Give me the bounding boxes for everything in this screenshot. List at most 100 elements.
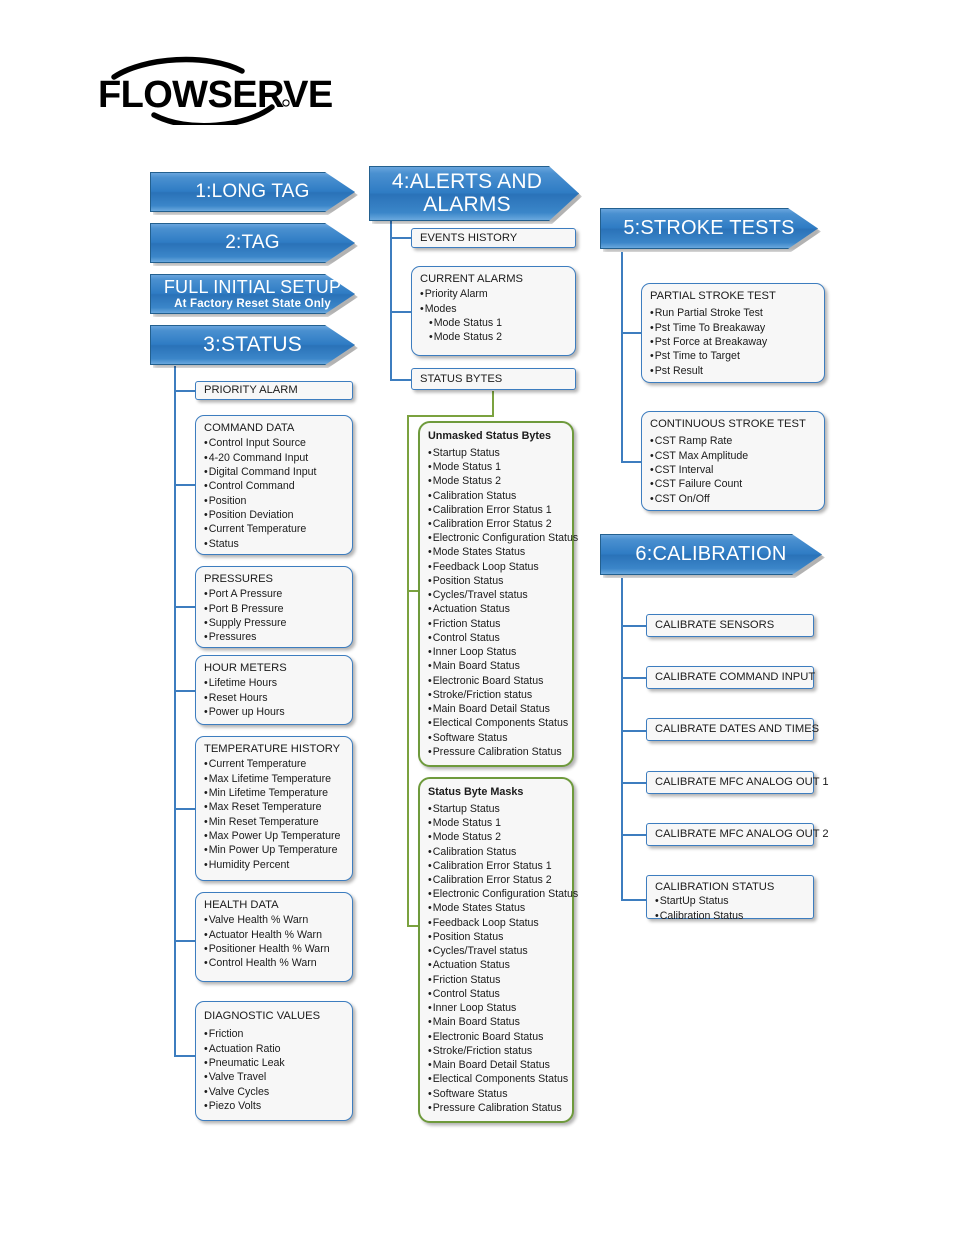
- list-item: Mode States Status: [428, 545, 565, 559]
- connector-alerts-current-alarms: [390, 311, 412, 313]
- list-item: Mode Status 1: [420, 316, 568, 330]
- list-item: StartUp Status: [655, 894, 806, 908]
- list-item: Max Power Up Temperature: [204, 829, 345, 843]
- box-command-data[interactable]: COMMAND DATA Control Input Source 4-20 C…: [195, 415, 353, 555]
- banner-alerts[interactable]: 4:ALERTS AND ALARMS: [369, 166, 579, 221]
- list-item: Position Status: [428, 930, 565, 944]
- list-item: Valve Cycles: [204, 1085, 345, 1099]
- list-item: Software Status: [428, 1087, 565, 1101]
- banner-stroke-tests-label: 5:STROKE TESTS: [623, 217, 795, 239]
- box-hour-meters[interactable]: HOUR METERS Lifetime Hours Reset Hours P…: [195, 655, 353, 725]
- diagram-canvas: FLOWSERVE 1:LONG TAG 2:TAG FULL INITIAL: [0, 0, 954, 1235]
- box-status-bytes[interactable]: STATUS BYTES: [411, 368, 576, 390]
- list-item: Actuation Status: [428, 602, 565, 616]
- list-item: Piezo Volts: [204, 1099, 345, 1113]
- box-current-alarms-title: CURRENT ALARMS: [420, 273, 523, 285]
- box-partial-stroke-test-list: Run Partial Stroke Test Pst Time To Brea…: [650, 306, 817, 378]
- connector-status-diagnostic-values: [174, 1055, 196, 1057]
- list-item: Current Temperature: [204, 757, 345, 771]
- list-item: Position Status: [428, 574, 565, 588]
- connector-calibration-sensors: [621, 625, 647, 627]
- list-item: Startup Status: [428, 446, 565, 460]
- box-current-alarms[interactable]: CURRENT ALARMS Priority Alarm Modes Mode…: [411, 266, 576, 356]
- box-status-byte-masks-list: Startup Status Mode Status 1 Mode Status…: [428, 802, 578, 1115]
- list-item: Calibration Error Status 2: [428, 873, 565, 887]
- list-item: Pst Time To Breakaway: [650, 321, 817, 335]
- connector-green-vertical: [407, 415, 409, 925]
- list-item: Calibration Error Status 2: [428, 517, 565, 531]
- banner-long-tag[interactable]: 1:LONG TAG: [150, 172, 355, 212]
- connector-status-command-data: [174, 484, 196, 486]
- box-health-data[interactable]: HEALTH DATA Valve Health % Warn Actuator…: [195, 892, 353, 982]
- list-item: Power up Hours: [204, 705, 345, 719]
- list-item: Actuator Health % Warn: [204, 928, 345, 942]
- list-item: Pst Time to Target: [650, 349, 817, 363]
- box-unmasked-status-bytes[interactable]: Unmasked Status Bytes Startup Status Mod…: [418, 421, 578, 767]
- list-item: Control Status: [428, 631, 565, 645]
- box-partial-stroke-test-title: PARTIAL STROKE TEST: [650, 290, 776, 302]
- box-unmasked-status-bytes-title: Unmasked Status Bytes: [428, 430, 552, 442]
- banner-stroke-tests[interactable]: 5:STROKE TESTS: [600, 208, 818, 249]
- box-status-bytes-title: STATUS BYTES: [420, 372, 503, 385]
- list-item: Min Power Up Temperature: [204, 843, 345, 857]
- box-priority-alarm[interactable]: PRIORITY ALARM: [195, 381, 353, 400]
- banner-initial-setup[interactable]: FULL INITIAL SETUP At Factory Reset Stat…: [150, 274, 355, 314]
- list-item: Electical Components Status: [428, 716, 568, 730]
- list-item: Electronic Configuration Status: [428, 887, 578, 901]
- box-continuous-stroke-test-title: CONTINUOUS STROKE TEST: [650, 418, 806, 430]
- list-item: Main Board Detail Status: [428, 1058, 565, 1072]
- box-diagnostic-values[interactable]: DIAGNOSTIC VALUES Friction Actuation Rat…: [195, 1001, 353, 1121]
- banner-tag-label: 2:TAG: [225, 232, 280, 254]
- list-item: Calibration Status: [428, 489, 565, 503]
- list-item: Actuation Ratio: [204, 1042, 345, 1056]
- connector-status-vertical: [174, 366, 176, 1056]
- list-item: CST On/Off: [650, 492, 817, 506]
- list-item: Max Lifetime Temperature: [204, 772, 345, 786]
- list-item: Electronic Configuration Status: [428, 531, 578, 545]
- svg-text:FLOWSERVE: FLOWSERVE: [98, 74, 333, 116]
- box-calibrate-mfc-out1[interactable]: CALIBRATE MFC ANALOG OUT 1: [646, 771, 829, 794]
- box-command-data-list: Control Input Source 4-20 Command Input …: [204, 436, 345, 551]
- box-calibrate-mfc-out2[interactable]: CALIBRATE MFC ANALOG OUT 2: [646, 823, 829, 846]
- box-calibrate-command-input[interactable]: CALIBRATE COMMAND INPUT: [646, 666, 815, 689]
- list-item: Calibration Error Status 1: [428, 859, 565, 873]
- box-events-history-title: EVENTS HISTORY: [420, 231, 518, 244]
- box-hour-meters-title: HOUR METERS: [204, 662, 287, 674]
- list-item: Control Status: [428, 987, 565, 1001]
- box-continuous-stroke-test[interactable]: CONTINUOUS STROKE TEST CST Ramp Rate CST…: [641, 411, 825, 511]
- connector-alerts-vertical: [390, 210, 392, 380]
- connector-status-priority-alarm: [174, 390, 196, 392]
- list-item: Mode Status 1: [428, 460, 565, 474]
- box-events-history[interactable]: EVENTS HISTORY: [411, 228, 576, 248]
- connector-status-pressures: [174, 606, 196, 608]
- banner-calibration[interactable]: 6:CALIBRATION: [600, 534, 822, 575]
- box-health-data-title: HEALTH DATA: [204, 899, 279, 911]
- banner-tag[interactable]: 2:TAG: [150, 223, 355, 263]
- list-item: Min Lifetime Temperature: [204, 786, 345, 800]
- list-item: Friction: [204, 1027, 345, 1041]
- banner-initial-setup-sublabel: At Factory Reset State Only: [174, 297, 331, 310]
- box-partial-stroke-test[interactable]: PARTIAL STROKE TEST Run Partial Stroke T…: [641, 283, 825, 383]
- banner-long-tag-label: 1:LONG TAG: [195, 181, 310, 203]
- list-item: CST Interval: [650, 463, 817, 477]
- list-item: Calibration Status: [428, 845, 565, 859]
- list-item: Friction Status: [428, 617, 565, 631]
- box-calibrate-dates-times[interactable]: CALIBRATE DATES AND TIMES: [646, 718, 819, 741]
- list-item: CST Ramp Rate: [650, 434, 817, 448]
- list-item: Mode Status 1: [428, 816, 565, 830]
- box-status-byte-masks[interactable]: Status Byte Masks Startup Status Mode St…: [418, 777, 578, 1123]
- box-pressures[interactable]: PRESSURES Port A Pressure Port B Pressur…: [195, 566, 353, 648]
- connector-calibration-command-input: [621, 677, 647, 679]
- box-hour-meters-list: Lifetime Hours Reset Hours Power up Hour…: [204, 676, 345, 719]
- box-temperature-history[interactable]: TEMPERATURE HISTORY Current Temperature …: [195, 736, 353, 881]
- list-item: Feedback Loop Status: [428, 916, 565, 930]
- box-diagnostic-values-list: Friction Actuation Ratio Pneumatic Leak …: [204, 1027, 345, 1113]
- box-calibration-status[interactable]: CALIBRATION STATUS StartUp Status Calibr…: [646, 875, 814, 922]
- banner-status[interactable]: 3:STATUS: [150, 325, 355, 365]
- list-item: Port B Pressure: [204, 602, 345, 616]
- box-calibrate-sensors-title: CALIBRATE SENSORS: [655, 619, 775, 632]
- list-item: Stroke/Friction status: [428, 1044, 565, 1058]
- box-calibrate-sensors[interactable]: CALIBRATE SENSORS: [646, 614, 814, 637]
- connector-status-temperature-history: [174, 808, 196, 810]
- box-unmasked-status-bytes-list: Startup Status Mode Status 1 Mode Status…: [428, 446, 578, 759]
